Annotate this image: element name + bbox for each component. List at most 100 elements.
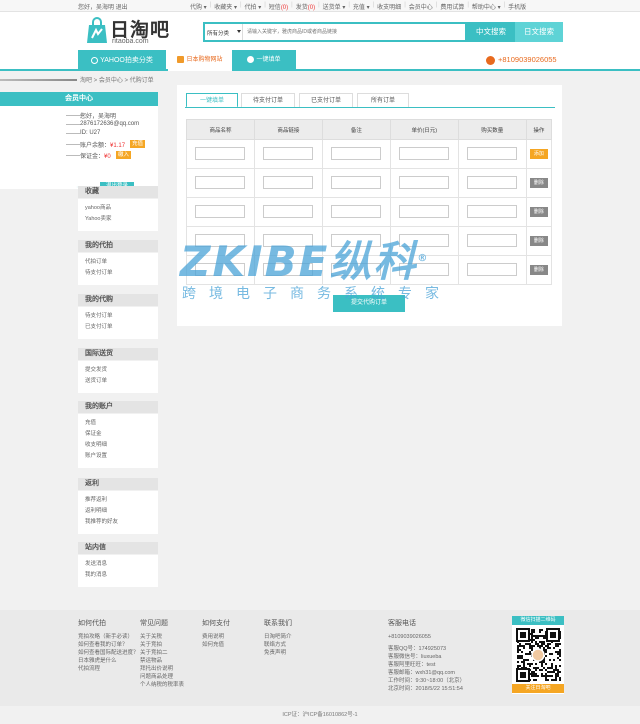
footer-link[interactable]: 如何查看我的订单？ (78, 641, 139, 649)
top-nav-link[interactable]: 费用试算 (440, 2, 464, 11)
order-field-input[interactable] (331, 146, 382, 160)
order-field-input[interactable] (263, 175, 314, 189)
table-cell (389, 139, 459, 169)
delete-row-button[interactable]: 删除 (529, 178, 548, 188)
footer-link[interactable]: 关于竞拍 (140, 641, 184, 649)
order-field-input[interactable] (399, 204, 450, 218)
order-field-input[interactable] (467, 204, 518, 218)
footer-column: 如何代拍 竞拍攻略（新手必读） 如何查看我的订单？ 如何查看国际配送进度？ 日本雅虎是什… (78, 618, 139, 673)
top-nav-link[interactable]: 代购 ▾ (190, 2, 207, 11)
chevron-down-icon: ▾ (364, 5, 370, 11)
top-nav-link[interactable]: 收藏夹 ▾ (214, 2, 237, 11)
nav-separator: | (318, 2, 320, 8)
table-cell (321, 168, 391, 198)
sidebar-item[interactable]: 账户设置 (78, 451, 158, 462)
search-input[interactable] (247, 27, 457, 37)
sidebar-item[interactable]: 送货订单 (78, 376, 158, 387)
nav-one-click-order[interactable]: 一键填单 (232, 50, 296, 71)
order-field-input[interactable] (263, 146, 314, 160)
top-nav-link[interactable]: 送货单 ▾ (323, 2, 346, 11)
sidebar-item[interactable]: 充值 (78, 418, 158, 429)
order-field-input[interactable] (331, 175, 382, 189)
tab-one-click[interactable]: 一键填单 (186, 93, 238, 108)
footer-link[interactable]: 日本雅虎是什么 (78, 657, 139, 665)
order-field-input[interactable] (263, 204, 314, 218)
top-nav-link[interactable]: 收支明细 (377, 2, 401, 11)
footer-link[interactable]: 日淘吧简介 (264, 633, 292, 641)
top-nav-link[interactable]: 会员中心 (409, 2, 433, 11)
order-field-input[interactable] (399, 175, 450, 189)
sidebar-item[interactable]: Yahoo卖家 (78, 214, 158, 225)
search-category-select[interactable]: 所有分类 (205, 24, 243, 40)
add-row-button[interactable]: 添加 (529, 149, 548, 159)
sidebar-section-items: 发送消息 我的消息 (78, 555, 158, 587)
sidebar-item[interactable]: 返利明细 (78, 506, 158, 517)
order-field-input[interactable] (195, 146, 246, 160)
sidebar-item[interactable]: 已支付订单 (78, 322, 158, 333)
footer-link[interactable]: 免责声明 (264, 649, 292, 657)
recharge-button[interactable]: 充值 (130, 140, 146, 148)
top-nav-link[interactable]: 手机版 (508, 2, 526, 11)
order-field-input[interactable] (467, 262, 518, 276)
delete-row-button[interactable]: 删除 (529, 265, 548, 275)
footer-link[interactable]: 联络方式 (264, 641, 292, 649)
footer-column-title: 如何支付 (202, 620, 230, 627)
footer-link[interactable]: 个人纳税的税率表 (140, 681, 184, 689)
delete-row-button[interactable]: 删除 (529, 236, 548, 246)
breadcrumb-text[interactable]: 淘吧 > 会员中心 > 代购订单 (80, 78, 154, 84)
sidebar-item[interactable]: yahoo商品 (78, 203, 158, 214)
order-field-input[interactable] (399, 146, 450, 160)
footer-link[interactable]: 问题商品处理 (140, 673, 184, 681)
tab-paid-orders[interactable]: 已支付订单 (299, 93, 353, 107)
sidebar-item[interactable]: 代拍订单 (78, 257, 158, 268)
order-field-input[interactable] (467, 175, 518, 189)
sidebar-item[interactable]: 待支付订单 (78, 268, 158, 279)
sidebar-item[interactable]: 提交发货 (78, 365, 158, 376)
order-field-input[interactable] (467, 233, 518, 247)
sidebar-section-title: 站内信 (78, 542, 158, 554)
footer-link[interactable]: 代拍流程 (78, 665, 139, 673)
user-info: 您好，吴海明 2876172636@qq.com ID: U27 账户余额：¥1… (0, 106, 158, 191)
footer-link[interactable]: 拜托出价说明 (140, 665, 184, 673)
footer-link[interactable]: 禁运物品 (140, 657, 184, 665)
top-nav-link[interactable]: 短信(0) (269, 2, 288, 11)
footer-link: 工作时间：9:30~18:00（北京） (388, 678, 466, 684)
order-field-input[interactable] (195, 204, 246, 218)
sidebar-item[interactable]: 我推荐的好友 (78, 517, 158, 528)
footer-link[interactable]: 如何充值 (202, 641, 230, 649)
top-nav-link[interactable]: 充值 ▾ (353, 2, 370, 11)
deposit-pay-button[interactable]: 缴入 (116, 151, 132, 159)
top-nav-link[interactable]: 帮助中心 ▾ (472, 2, 501, 11)
tab-unpaid-orders[interactable]: 待支付订单 (241, 93, 295, 107)
sidebar-item[interactable]: 保证金 (78, 429, 158, 440)
sidebar-item[interactable]: 待支付订单 (78, 311, 158, 322)
tab-underline (185, 107, 555, 108)
greeting[interactable]: 您好，吴海明 退出 (78, 2, 128, 11)
sidebar-item[interactable]: 发送消息 (78, 559, 158, 570)
delete-row-button[interactable]: 删除 (529, 207, 548, 217)
footer-link[interactable]: 关于竞拍二 (140, 649, 184, 657)
japanese-search-button[interactable]: 日文搜索 (515, 22, 563, 42)
tab-all-orders[interactable]: 所有订单 (357, 93, 409, 107)
watermark-brand: ZKIBE纵科® (180, 228, 429, 289)
top-nav-link[interactable]: 代拍 ▾ (245, 2, 262, 11)
chinese-search-button[interactable]: 中文搜索 (467, 22, 515, 42)
nav-japan-shops[interactable]: 日本购物网站 (168, 50, 232, 71)
footer-link[interactable]: 关于关税 (140, 633, 184, 641)
sidebar-item[interactable]: 我的消息 (78, 570, 158, 581)
column-header: 商品链接 (253, 119, 323, 140)
sidebar-item[interactable]: 推荐返利 (78, 495, 158, 506)
sidebar-item[interactable]: 收支明细 (78, 440, 158, 451)
order-field-input[interactable] (467, 146, 518, 160)
footer-link[interactable]: 竞拍攻略（新手必读） (78, 633, 139, 641)
logo-domain: ritaoba.com (112, 38, 149, 45)
footer-link[interactable]: 费用说明 (202, 633, 230, 641)
footer-link: 客服微信号：liuxueba (388, 654, 442, 660)
sidebar-section-items: 提交发货 送货订单 (78, 361, 158, 393)
order-field-input[interactable] (195, 175, 246, 189)
footer-link[interactable]: 如何查看国际配送进度？ (78, 649, 139, 657)
member-panel: 会员中心 您好，吴海明 2876172636@qq.com ID: U27 账户… (0, 92, 158, 191)
order-field-input[interactable] (331, 204, 382, 218)
nav-yahoo-categories[interactable]: YAHOO拍卖分类 (78, 50, 166, 71)
top-nav-link[interactable]: 发货(0) (296, 2, 315, 11)
